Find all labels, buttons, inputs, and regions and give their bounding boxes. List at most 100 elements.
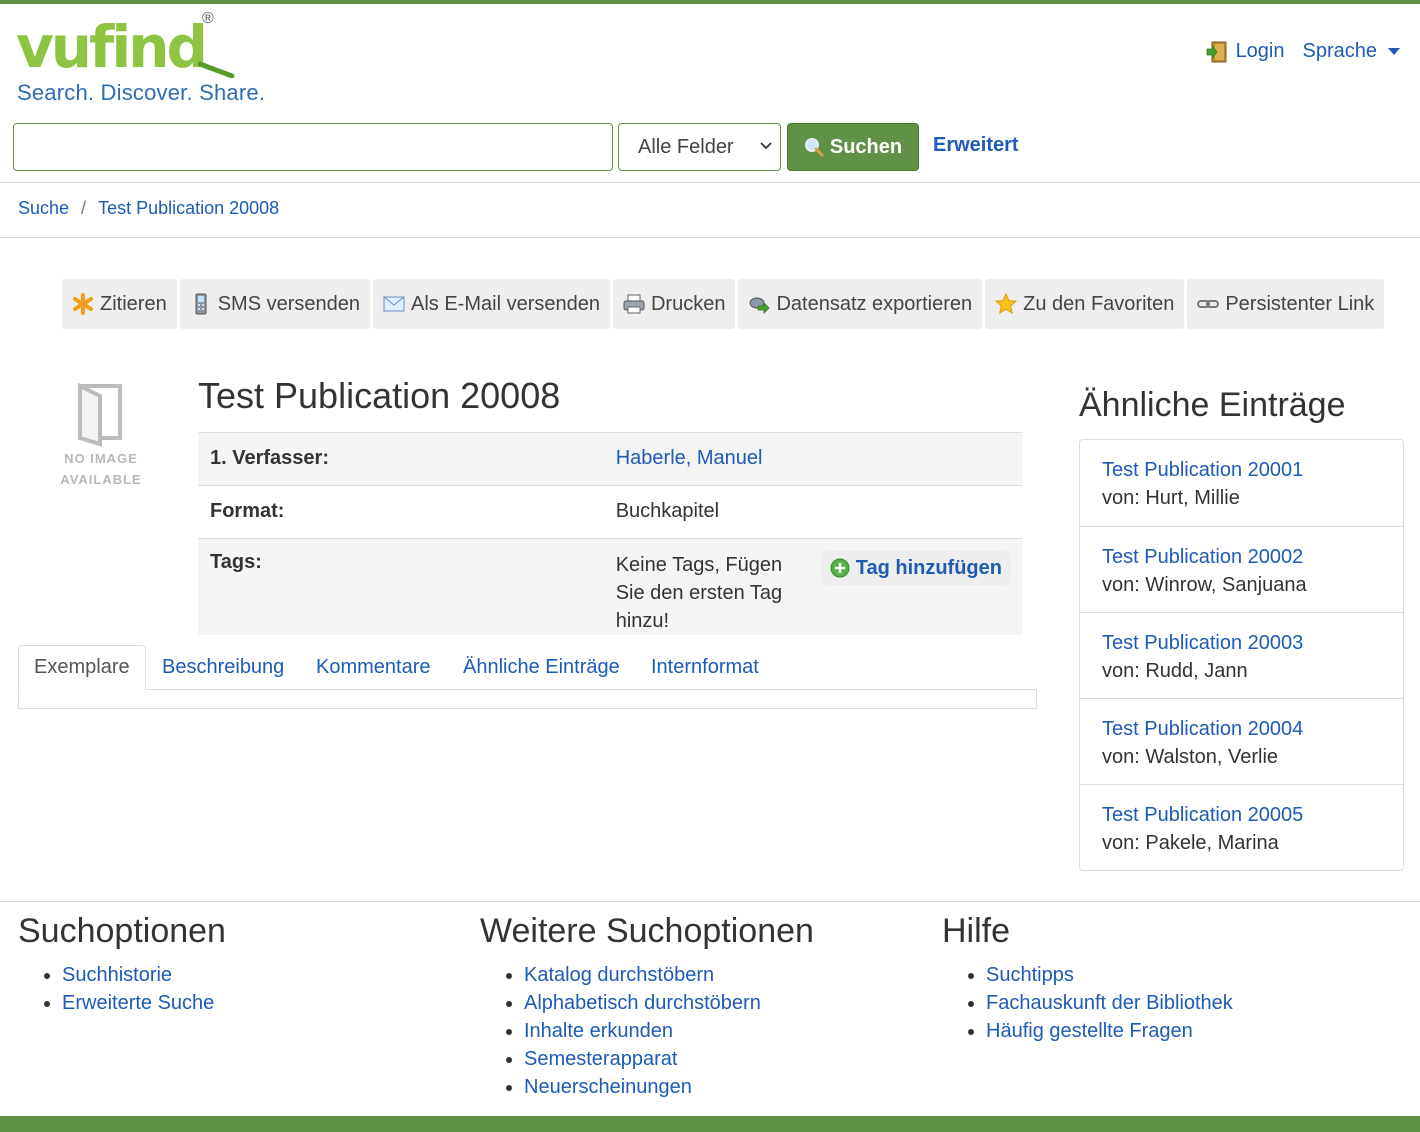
add-tag-label: Tag hinzufügen xyxy=(855,556,1002,579)
list-item: Test Publication 20002 von: Winrow, Sanj… xyxy=(1080,526,1403,612)
registered-mark: ® xyxy=(202,10,214,27)
advanced-search-link[interactable]: Erweitert xyxy=(933,134,1019,157)
login-label: Login xyxy=(1235,40,1285,62)
tab-staff-view[interactable]: Internformat xyxy=(651,645,759,690)
similar-item-link[interactable]: Test Publication 20001 xyxy=(1102,459,1303,481)
similar-item-link[interactable]: Test Publication 20003 xyxy=(1102,632,1303,654)
add-tag-button[interactable]: Tag hinzufügen xyxy=(821,551,1010,585)
footer-link-ask-librarian[interactable]: Fachauskunft der Bibliothek xyxy=(986,992,1233,1014)
similar-items-heading: Ähnliche Einträge xyxy=(1079,386,1346,424)
record-tabs: Exemplare Beschreibung Kommentare Ähnlic… xyxy=(18,645,1037,709)
footer-link-advanced-search[interactable]: Erweiterte Suche xyxy=(62,992,214,1014)
table-row: Tags: Keine Tags, Fügen Sie den ersten T… xyxy=(198,538,1022,635)
footer-more-options: Weitere Suchoptionen Katalog durchstöber… xyxy=(480,912,814,1101)
tags-label: Tags: xyxy=(198,538,604,635)
footer-link-course-reserves[interactable]: Semesterapparat xyxy=(524,1048,677,1070)
envelope-icon xyxy=(383,296,405,312)
email-button[interactable]: Als E-Mail versenden xyxy=(373,279,610,329)
record-title: Test Publication 20008 xyxy=(198,375,561,416)
list-item: Alphabetisch durchstöbern xyxy=(524,989,814,1017)
export-label: Datensatz exportieren xyxy=(776,292,973,315)
top-accent-bar xyxy=(0,0,1420,4)
format-value: Buchkapitel xyxy=(603,485,1022,539)
footer-link-faq[interactable]: Häufig gestellte Fragen xyxy=(986,1020,1193,1042)
list-item: Test Publication 20005 von: Pakele, Mari… xyxy=(1080,784,1403,870)
footer-link-browse-alphabetical[interactable]: Alphabetisch durchstöbern xyxy=(524,992,761,1014)
table-row: Format: Buchkapitel xyxy=(198,485,1022,539)
tab-description[interactable]: Beschreibung xyxy=(162,645,284,690)
logo-tagline: Search. Discover. Share. xyxy=(17,80,266,105)
vufind-logo[interactable]: vufind ® Search. Discover. Share. xyxy=(14,10,274,107)
permalink-label: Persistenter Link xyxy=(1225,292,1375,315)
tab-similar[interactable]: Ähnliche Einträge xyxy=(463,645,620,690)
login-door-icon xyxy=(1206,41,1230,63)
author-value-cell: Haberle, Manuel xyxy=(603,432,1022,486)
email-label: Als E-Mail versenden xyxy=(411,292,600,315)
breadcrumb-item-search[interactable]: Suche xyxy=(18,198,69,219)
list-item: Katalog durchstöbern xyxy=(524,961,814,989)
chevron-down-icon xyxy=(760,142,772,150)
caret-down-icon xyxy=(1388,48,1400,55)
tab-comments[interactable]: Kommentare xyxy=(316,645,431,690)
similar-item-author: von: Hurt, Millie xyxy=(1102,487,1240,509)
sms-button[interactable]: SMS versenden xyxy=(179,279,370,329)
login-link[interactable]: Login xyxy=(1206,40,1285,63)
list-item: Neuerscheinungen xyxy=(524,1073,814,1101)
export-button[interactable]: Datensatz exportieren xyxy=(738,279,983,329)
similar-item-link[interactable]: Test Publication 20005 xyxy=(1102,804,1303,826)
bottom-accent-bar xyxy=(0,1116,1420,1132)
similar-item-link[interactable]: Test Publication 20004 xyxy=(1102,718,1303,740)
asterisk-icon xyxy=(73,293,93,315)
similar-item-author: von: Walston, Verlie xyxy=(1102,746,1279,768)
footer-link-search-tips[interactable]: Suchtipps xyxy=(986,964,1074,986)
tab-content-panel xyxy=(18,689,1037,709)
phone-icon xyxy=(195,293,207,315)
tab-holdings[interactable]: Exemplare xyxy=(18,645,146,690)
print-label: Drucken xyxy=(650,292,726,315)
plus-circle-icon xyxy=(830,558,850,578)
search-button[interactable]: Suchen xyxy=(787,123,919,171)
link-icon xyxy=(1197,300,1220,308)
list-item: Suchtipps xyxy=(986,961,1233,989)
book-placeholder-icon xyxy=(78,382,122,447)
list-item: Test Publication 20003 von: Rudd, Jann xyxy=(1080,612,1403,698)
cite-button[interactable]: Zitieren xyxy=(62,279,177,329)
favorites-button[interactable]: Zu den Favoriten xyxy=(985,279,1185,329)
similar-item-link[interactable]: Test Publication 20002 xyxy=(1102,546,1303,568)
format-label: Format: xyxy=(198,485,604,539)
search-field-select[interactable]: Alle Felder xyxy=(618,123,781,171)
sms-label: SMS versenden xyxy=(217,292,360,315)
list-item: Test Publication 20001 von: Hurt, Millie xyxy=(1080,440,1403,526)
similar-item-author: von: Winrow, Sanjuana xyxy=(1102,574,1307,596)
footer-link-explore[interactable]: Inhalte erkunden xyxy=(524,1020,673,1042)
list-item: Test Publication 20004 von: Walston, Ver… xyxy=(1080,698,1403,784)
footer-link-browse-catalog[interactable]: Katalog durchstöbern xyxy=(524,964,714,986)
cover-placeholder: NO IMAGE AVAILABLE xyxy=(56,382,146,492)
author-label: 1. Verfasser: xyxy=(198,432,604,486)
breadcrumb: Suche / Test Publication 20008 xyxy=(18,198,279,219)
header-nav: Login Sprache xyxy=(1206,40,1400,63)
footer-heading: Hilfe xyxy=(942,912,1011,950)
search-input[interactable] xyxy=(13,123,613,171)
footer-heading: Weitere Suchoptionen xyxy=(480,912,814,950)
list-item: Semesterapparat xyxy=(524,1045,814,1073)
list-item: Häufig gestellte Fragen xyxy=(986,1017,1233,1045)
list-item: Fachauskunft der Bibliothek xyxy=(986,989,1233,1017)
table-row: 1. Verfasser: Haberle, Manuel xyxy=(198,432,1022,486)
header-divider xyxy=(0,182,1420,183)
footer-link-new-items[interactable]: Neuerscheinungen xyxy=(524,1076,692,1098)
no-image-text: NO IMAGE AVAILABLE xyxy=(60,451,142,487)
footer-help: Hilfe Suchtipps Fachauskunft der Bibliot… xyxy=(942,912,1233,1045)
breadcrumb-item-record[interactable]: Test Publication 20008 xyxy=(98,198,279,219)
permalink-button[interactable]: Persistenter Link xyxy=(1187,279,1385,329)
footer-link-search-history[interactable]: Suchhistorie xyxy=(62,964,172,986)
printer-icon xyxy=(623,294,645,314)
list-item: Suchhistorie xyxy=(62,961,226,989)
tags-value-cell: Keine Tags, Fügen Sie den ersten Tag hin… xyxy=(603,538,1022,635)
search-icon xyxy=(804,138,824,157)
breadcrumb-divider xyxy=(0,237,1420,238)
print-button[interactable]: Drucken xyxy=(612,279,736,329)
similar-item-author: von: Pakele, Marina xyxy=(1102,832,1279,854)
language-dropdown[interactable]: Sprache xyxy=(1303,40,1400,63)
author-link[interactable]: Haberle, Manuel xyxy=(616,447,763,469)
